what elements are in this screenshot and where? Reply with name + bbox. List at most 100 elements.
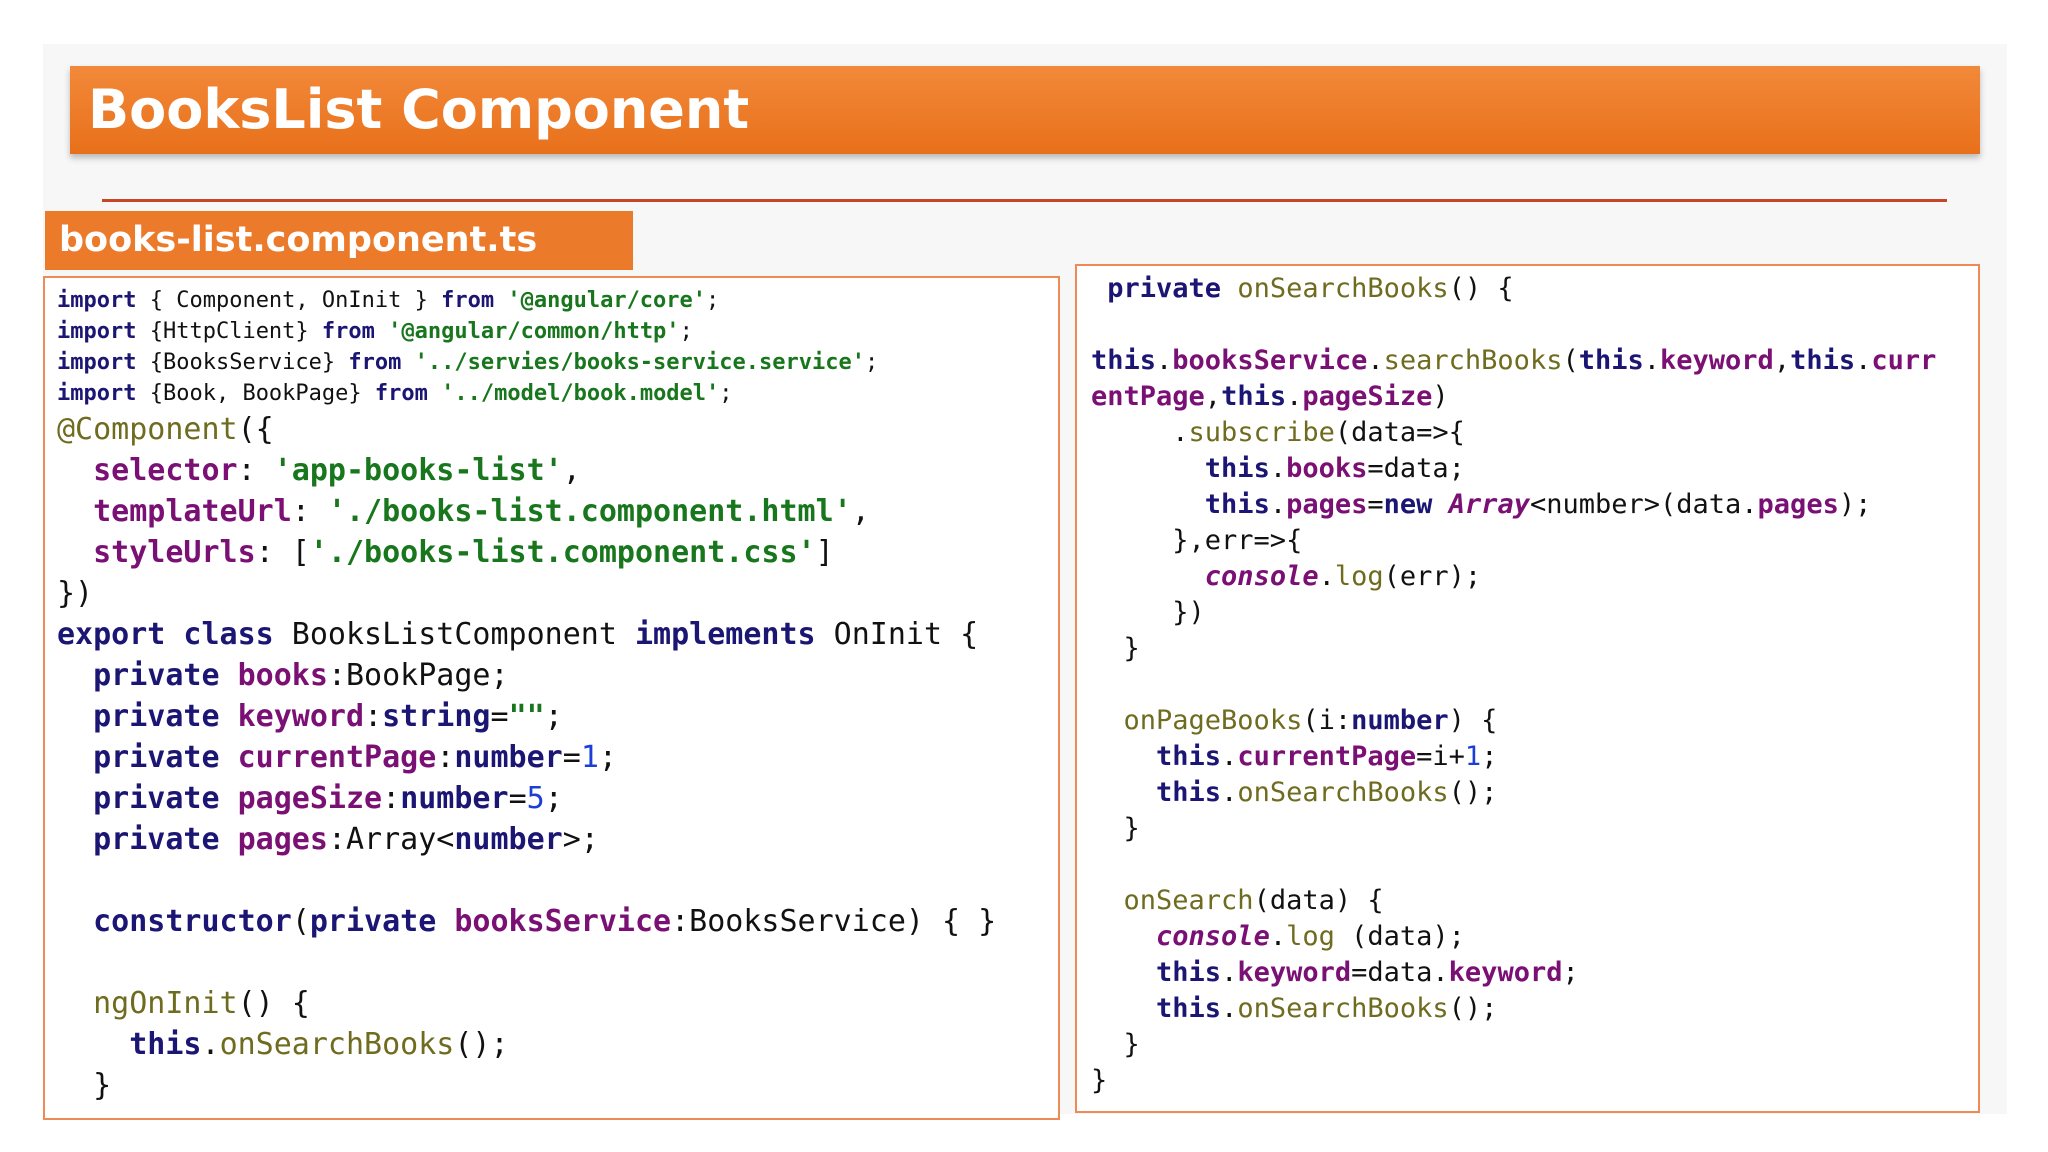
code-line: this.pages=new Array<number>(data.pages)… — [1091, 489, 1872, 520]
code-token: booksService — [454, 904, 672, 939]
code-line: this.booksService.searchBooks(this.keywo… — [1091, 345, 1936, 376]
code-line: ngOnInit() { — [57, 986, 310, 1021]
code-token: ; — [679, 319, 693, 344]
code-line: import {BooksService} from '../servies/b… — [57, 350, 878, 375]
code-token: . — [1318, 561, 1335, 592]
code-token: private — [309, 904, 437, 939]
code-token: onSearch — [1123, 885, 1254, 916]
code-token: :BookPage; — [327, 658, 509, 693]
code-token: ] — [815, 535, 834, 570]
code-token: ({ — [237, 412, 274, 447]
code-token: books — [237, 658, 328, 693]
code-token: ; — [706, 288, 720, 313]
code-token: ; — [719, 381, 733, 406]
code-token: {BooksService} — [136, 350, 349, 375]
code-token: number — [400, 781, 509, 816]
code-token: . — [1855, 345, 1872, 376]
code-token: keyword — [237, 699, 365, 734]
code-token: templateUrl — [93, 494, 292, 529]
code-token: private — [93, 658, 220, 693]
code-token: import — [57, 350, 137, 375]
code-token: { Component, OnInit } — [136, 288, 442, 313]
code-token: from — [321, 319, 375, 344]
code-token: () { — [237, 986, 310, 1021]
code-token: : — [291, 494, 328, 529]
code-token: '@angular/common/http' — [388, 319, 680, 344]
code-token: number — [454, 740, 563, 775]
code-line: this.onSearchBooks(); — [1091, 993, 1497, 1024]
code-token: number — [454, 822, 563, 857]
code-line: styleUrls: ['./books-list.component.css'… — [57, 535, 834, 570]
code-token: this — [1091, 345, 1157, 376]
code-line: }) — [1091, 597, 1205, 628]
code-token: ); — [1838, 489, 1872, 520]
code-token: (err); — [1383, 561, 1482, 592]
code-line: } — [1091, 813, 1140, 844]
code-token: } — [1091, 633, 1140, 664]
code-token: , — [562, 453, 581, 488]
code-token: keyword — [1237, 957, 1352, 988]
code-line: },err=>{ — [1091, 525, 1302, 556]
code-token: string — [382, 699, 491, 734]
code-token: this — [1156, 993, 1222, 1024]
code-token: . — [1091, 417, 1189, 448]
code-panel-right: private onSearchBooks() {this.booksServi… — [1075, 264, 1980, 1113]
code-token: : — [436, 740, 455, 775]
code-token: '@angular/core' — [507, 288, 707, 313]
code-token: implements — [634, 617, 816, 652]
code-token: from — [441, 288, 495, 313]
code-token: . — [201, 1027, 220, 1062]
code-token: pages — [1757, 489, 1839, 520]
code-line: entPage,this.pageSize) — [1091, 381, 1449, 412]
code-line: onPageBooks(i:number) { — [1091, 705, 1498, 736]
code-token: log — [1334, 561, 1384, 592]
code-line: this.onSearchBooks(); — [1091, 777, 1497, 808]
code-token: () { — [1448, 273, 1514, 304]
code-line: import { Component, OnInit } from '@angu… — [57, 288, 719, 313]
code-token: booksService — [1172, 345, 1368, 376]
code-line: templateUrl: './books-list.component.htm… — [57, 494, 870, 529]
code-line: @Component({ — [57, 412, 274, 447]
code-token: ( — [291, 904, 310, 939]
code-token: ) { — [1448, 705, 1498, 736]
code-token: (data) { — [1253, 885, 1384, 916]
code-token: '../servies/books-service.service' — [414, 350, 865, 375]
code-token: this — [1578, 345, 1644, 376]
code-line: private currentPage:number=1; — [57, 740, 617, 775]
code-token: } — [1091, 1065, 1108, 1096]
divider-rule — [102, 199, 1947, 202]
code-line: import {Book, BookPage} from '../model/b… — [57, 381, 733, 406]
code-token: ; — [1481, 741, 1498, 772]
code-token: ) — [1432, 381, 1449, 412]
code-token: searchBooks — [1383, 345, 1563, 376]
code-line: private books:BookPage; — [57, 658, 509, 693]
code-token: this — [1156, 777, 1222, 808]
code-token: 1 — [1464, 741, 1482, 772]
code-token: (); — [1448, 777, 1498, 808]
code-token: this — [1204, 453, 1270, 484]
code-token: . — [1221, 993, 1238, 1024]
code-token: console — [1204, 561, 1319, 592]
code-panel-left: import { Component, OnInit } from '@angu… — [43, 276, 1060, 1120]
code-token: private — [93, 822, 220, 857]
code-line: private pages:Array<number>; — [57, 822, 599, 857]
code-token: log — [1286, 921, 1335, 952]
code-token: currentPage — [1237, 741, 1417, 772]
code-token: @Component — [57, 412, 238, 447]
